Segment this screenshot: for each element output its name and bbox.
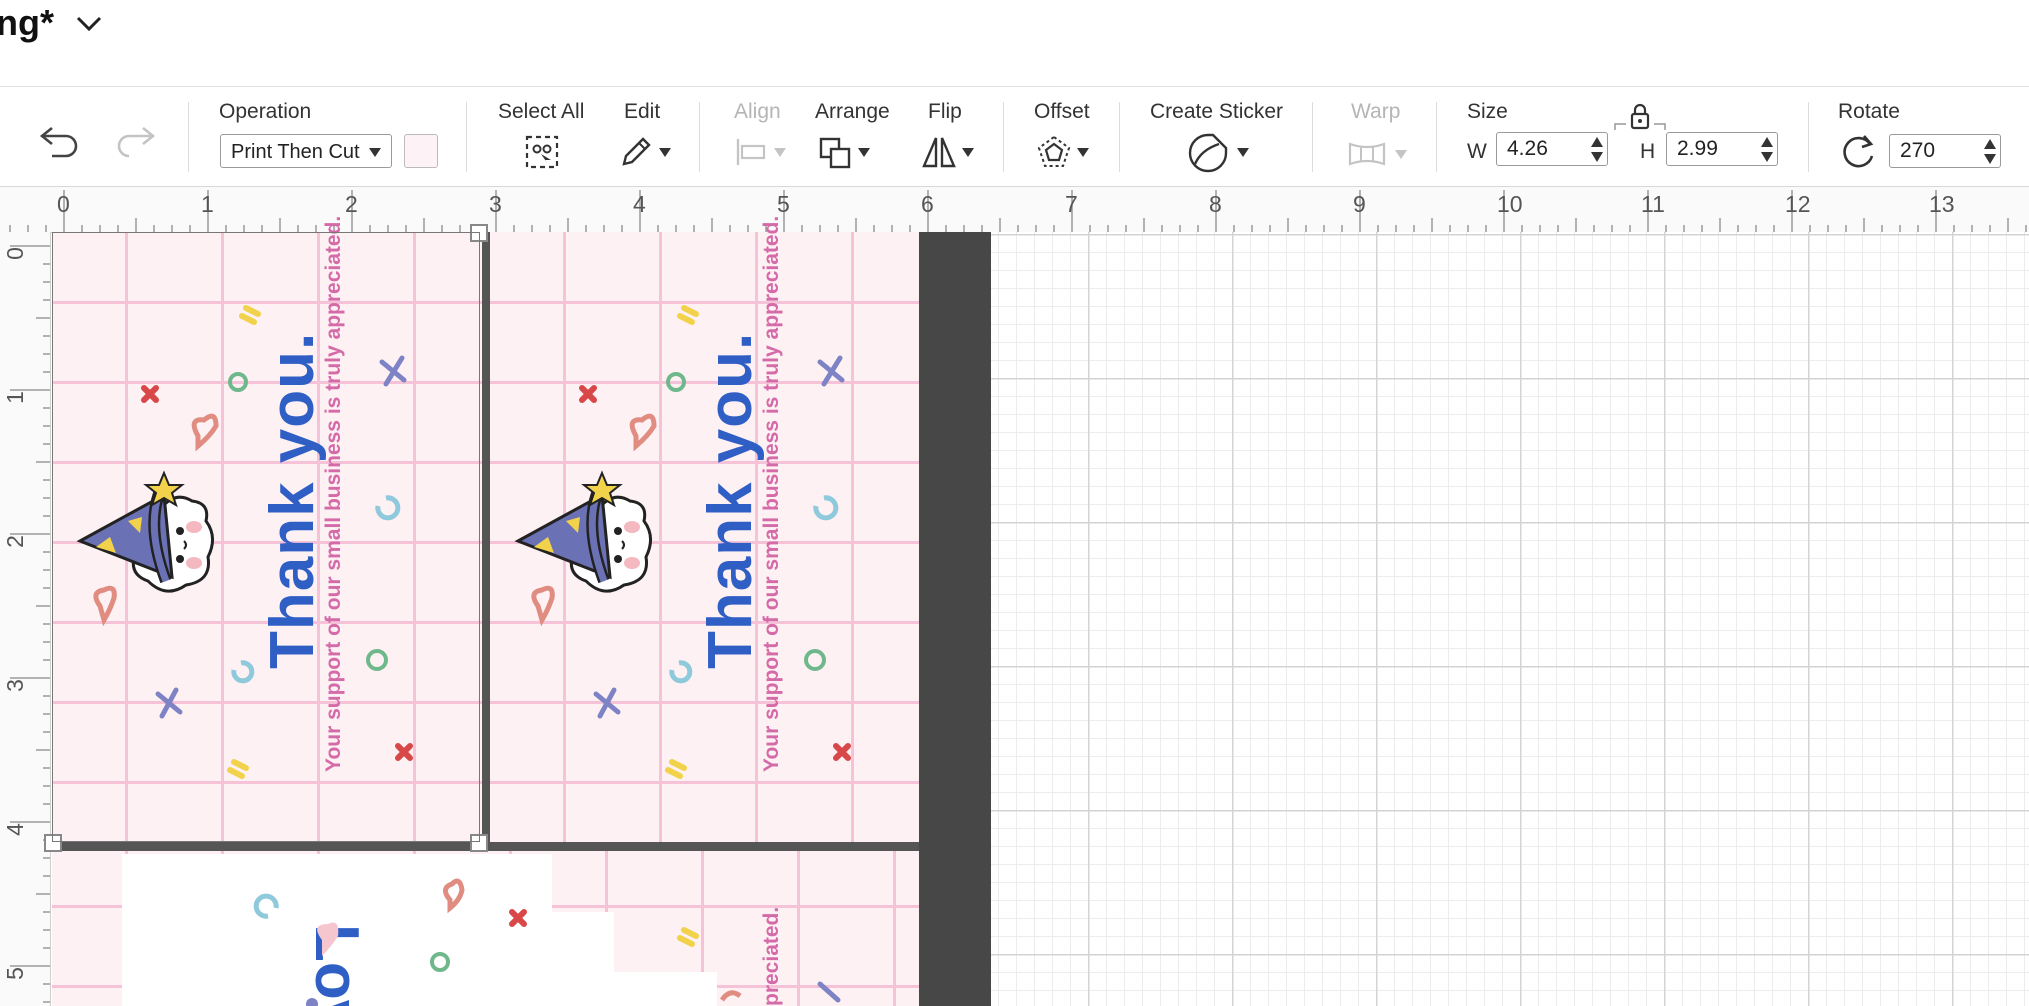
toolbar-divider	[1808, 102, 1809, 172]
ruler-ticks	[10, 245, 50, 1003]
confetti-decoration	[531, 305, 851, 779]
operation-value: Print Then Cut	[231, 141, 360, 163]
edit-label: Edit	[624, 100, 661, 123]
rotate-value: 270	[1900, 139, 1936, 162]
toolbar-divider	[1312, 102, 1313, 172]
vertical-ruler: 0 1 2 3 4 5	[0, 232, 51, 1006]
rotate-label: Rotate	[1838, 100, 1900, 123]
ruler-label: 2	[345, 191, 358, 217]
love-card[interactable]: Lov	[122, 854, 552, 1006]
toolbar-divider	[1119, 102, 1120, 172]
ruler-label: 2	[1, 535, 28, 548]
flip-icon[interactable]	[921, 134, 957, 170]
chevron-down-icon[interactable]	[74, 10, 104, 36]
ruler-label: 5	[777, 191, 790, 217]
rotate-stepper-icon[interactable]	[1984, 139, 1996, 165]
selection-handle[interactable]	[44, 834, 62, 852]
chevron-down-icon	[369, 148, 381, 157]
thank-you-card[interactable]: Thank you. Your support of our small bus…	[52, 216, 482, 842]
toolbar-divider	[188, 102, 189, 172]
operation-label: Operation	[219, 100, 312, 123]
chevron-down-icon	[774, 148, 786, 157]
arrange-icon[interactable]	[818, 136, 854, 170]
project-title[interactable]: ng*	[0, 2, 54, 44]
ruler-label: 4	[633, 191, 646, 217]
ruler-label: 5	[1, 967, 28, 980]
width-stepper-icon[interactable]	[1591, 137, 1603, 163]
pencil-icon[interactable]	[618, 134, 654, 170]
height-value: 2.99	[1677, 137, 1718, 160]
offset-label: Offset	[1034, 100, 1090, 123]
ruler-label: 11	[1641, 191, 1665, 217]
card-separator	[482, 232, 490, 842]
rotate-icon[interactable]	[1838, 132, 1878, 172]
ruler-label: 10	[1497, 191, 1523, 217]
toolbar-divider	[466, 102, 467, 172]
arrange-dropdown-icon[interactable]	[858, 148, 870, 157]
edit-toolbar: Operation Print Then Cut Select All Edit…	[0, 88, 2029, 187]
toolbar-divider	[1436, 102, 1437, 172]
offset-icon[interactable]	[1036, 134, 1072, 170]
selection-handle[interactable]	[470, 834, 488, 852]
ruler-label: 8	[1209, 191, 1222, 217]
height-input[interactable]: 2.99	[1666, 132, 1778, 166]
toolbar-divider	[699, 102, 700, 172]
canvas-grid[interactable]	[991, 232, 2029, 1006]
ruler-label: 4	[1, 823, 28, 836]
select-all-icon[interactable]	[524, 134, 560, 170]
size-label: Size	[1467, 100, 1508, 123]
warp-label: Warp	[1351, 100, 1401, 123]
horizontal-ruler: 0 1 2 3 4 5 6 7 8 9 10 11 12 13	[0, 187, 2029, 233]
ruler-ticks	[9, 190, 2027, 232]
mat-preview-button[interactable]	[404, 134, 438, 168]
edit-dropdown-icon[interactable]	[659, 148, 671, 157]
sticker-icon[interactable]	[1187, 132, 1229, 174]
toolbar-divider	[1003, 102, 1004, 172]
width-input[interactable]: 4.26	[1496, 132, 1608, 166]
ruler-label: 1	[1, 391, 28, 404]
ruler-label: 13	[1929, 191, 1955, 217]
create-sticker-label: Create Sticker	[1150, 100, 1284, 123]
title-bar: ng*	[0, 0, 2029, 87]
ruler-label: 0	[57, 191, 70, 217]
select-all-label: Select All	[498, 100, 585, 123]
width-label: W	[1467, 140, 1487, 163]
warp-icon	[1348, 142, 1386, 166]
height-stepper-icon[interactable]	[1761, 137, 1773, 163]
ruler-label: 9	[1353, 191, 1366, 217]
rotate-input[interactable]: 270	[1889, 134, 2001, 168]
flip-label: Flip	[928, 100, 962, 123]
operation-select[interactable]: Print Then Cut	[220, 134, 392, 168]
ruler-label: 6	[921, 191, 934, 217]
ruler-label: 3	[1, 679, 28, 692]
arrange-label: Arrange	[815, 100, 890, 123]
confetti-decoration	[93, 305, 413, 779]
flip-dropdown-icon[interactable]	[962, 148, 974, 157]
ruler-label: 12	[1785, 191, 1811, 217]
chevron-down-icon	[1395, 150, 1407, 159]
lock-icon[interactable]	[1612, 102, 1668, 132]
ruler-label: 7	[1065, 191, 1078, 217]
redo-icon	[117, 126, 156, 158]
ruler-label: 3	[489, 191, 502, 217]
confetti-decoration	[677, 927, 841, 1003]
height-label: H	[1640, 140, 1656, 163]
offset-dropdown-icon[interactable]	[1077, 148, 1089, 157]
mat-edge	[919, 232, 991, 1006]
width-value: 4.26	[1507, 137, 1548, 160]
selection-handle[interactable]	[470, 224, 488, 242]
create-sticker-dropdown-icon[interactable]	[1237, 148, 1249, 157]
ruler-label: 0	[1, 247, 28, 260]
align-label: Align	[734, 100, 781, 123]
ruler-label: 1	[201, 191, 214, 217]
undo-icon[interactable]	[38, 122, 82, 158]
thank-you-card[interactable]: Thank you. Your support of our small bus…	[490, 216, 919, 842]
align-icon	[736, 139, 766, 165]
confetti-decoration	[253, 878, 527, 1006]
